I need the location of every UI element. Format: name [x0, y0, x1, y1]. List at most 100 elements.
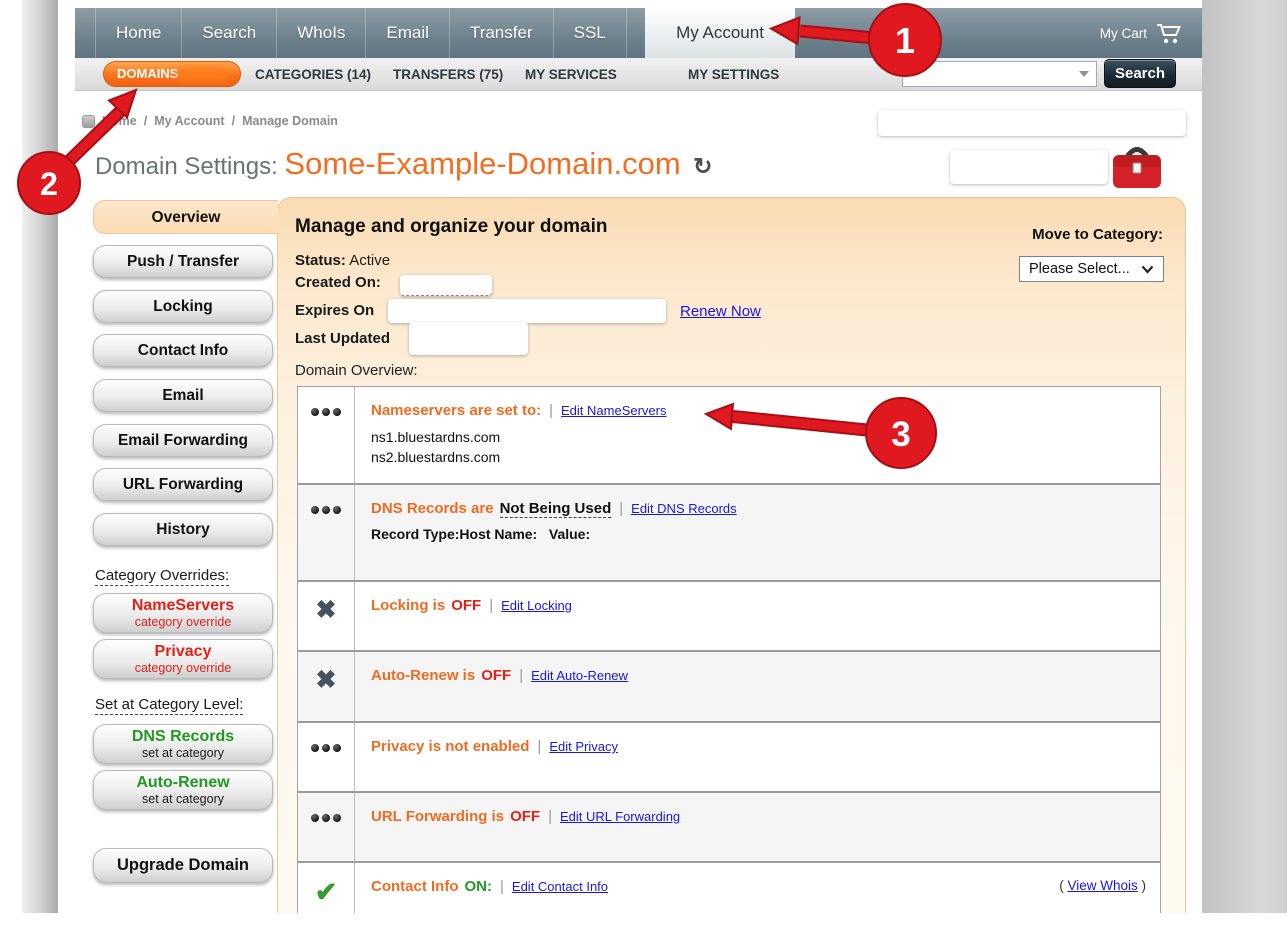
bottom-white-band	[0, 913, 1287, 931]
nav-tab-search[interactable]: Search	[181, 8, 276, 58]
override-label: Privacy	[94, 643, 272, 661]
sidebar-tab-email[interactable]: Email	[93, 379, 273, 412]
sidebar-button-nameservers-override[interactable]: NameServers category override	[93, 593, 273, 633]
domain-settings-page: Home Search WhoIs Email Transfer SSL My …	[0, 0, 1287, 931]
sidebar-tab-locking[interactable]: Locking	[93, 290, 273, 323]
updated-line: Last Updated	[295, 330, 390, 347]
override-label: NameServers	[94, 597, 272, 615]
dots-icon	[298, 793, 355, 861]
category-select[interactable]: Please Select...	[1019, 256, 1164, 282]
search-button[interactable]: Search	[1104, 59, 1176, 88]
top-navigation-bar: Home Search WhoIs Email Transfer SSL My …	[75, 8, 1202, 58]
subnav-tab-my-settings[interactable]: MY SETTINGS	[688, 58, 779, 91]
edit-privacy-link[interactable]: Edit Privacy	[549, 739, 618, 754]
search-input[interactable]	[902, 61, 1097, 87]
account-sub-navigation: DOMAINS CATEGORIES (14) TRANSFERS (75) M…	[75, 58, 1202, 91]
override-sublabel: category override	[94, 615, 272, 629]
redacted-box	[950, 150, 1108, 184]
sidebar-tab-email-forwarding[interactable]: Email Forwarding	[93, 424, 273, 457]
refresh-icon[interactable]: ↻	[693, 153, 712, 179]
edit-auto-renew-link[interactable]: Edit Auto-Renew	[531, 668, 628, 683]
edit-contact-info-link[interactable]: Edit Contact Info	[512, 879, 608, 894]
status-value: Active	[349, 252, 390, 269]
row-locking: ✖ Locking is OFF | Edit Locking	[298, 580, 1160, 650]
breadcrumb-manage-domain: Manage Domain	[242, 114, 338, 128]
row-title: Auto-Renew is	[371, 667, 475, 684]
status-line: Status: Active	[295, 252, 390, 269]
category-overrides-heading: Category Overrides:	[95, 567, 229, 584]
sidebar-tab-history[interactable]: History	[93, 513, 273, 546]
view-whois-wrapper: ( View Whois )	[1059, 878, 1146, 893]
row-status: OFF	[510, 808, 540, 825]
subnav-tab-my-services[interactable]: MY SERVICES	[525, 58, 617, 91]
breadcrumb-my-account[interactable]: My Account	[154, 114, 224, 128]
redacted-box	[400, 275, 492, 296]
subnav-tab-domains[interactable]: DOMAINS	[103, 61, 241, 87]
sidebar-button-privacy-override[interactable]: Privacy category override	[93, 639, 273, 679]
toolbox-icon[interactable]	[1110, 142, 1164, 192]
renew-now-link[interactable]: Renew Now	[680, 303, 761, 320]
view-whois-link[interactable]: View Whois	[1067, 878, 1137, 893]
x-icon: ✖	[298, 582, 355, 650]
domain-overview-label: Domain Overview:	[295, 362, 418, 379]
window-right-background	[1202, 0, 1287, 913]
nav-tab-my-account-active[interactable]: My Account	[645, 8, 795, 58]
move-to-category-label: Move to Category:	[1000, 226, 1163, 243]
override-sublabel: category override	[94, 661, 272, 675]
row-title: DNS Records are	[371, 500, 494, 517]
title-prefix: Domain Settings:	[95, 153, 284, 180]
my-cart-button[interactable]: My Cart	[1100, 8, 1183, 58]
subnav-tab-categories[interactable]: CATEGORIES (14)	[255, 58, 371, 91]
page-title: Domain Settings: Some-Example-Domain.com…	[95, 146, 712, 182]
nav-tab-whois[interactable]: WhoIs	[276, 8, 365, 58]
edit-dns-records-link[interactable]: Edit DNS Records	[631, 501, 736, 516]
row-url-forwarding: URL Forwarding is OFF | Edit URL Forward…	[298, 791, 1160, 861]
breadcrumb: Home / My Account / Manage Domain	[82, 114, 338, 128]
subnav-tab-transfers[interactable]: TRANSFERS (75)	[393, 58, 503, 91]
sidebar-tab-push-transfer[interactable]: Push / Transfer	[93, 245, 273, 278]
row-nameservers: Nameservers are set to: | Edit NameServe…	[298, 387, 1160, 483]
row-title: Locking is	[371, 597, 445, 614]
category-label: Auto-Renew	[94, 774, 272, 792]
row-status: OFF	[481, 667, 511, 684]
row-auto-renew: ✖ Auto-Renew is OFF | Edit Auto-Renew	[298, 650, 1160, 721]
category-select-value: Please Select...	[1029, 261, 1130, 277]
nav-tab-home[interactable]: Home	[95, 8, 181, 58]
row-title: Nameservers are set to:	[371, 402, 541, 419]
sidebar-button-dns-records-category[interactable]: DNS Records set at category	[93, 724, 273, 764]
nav-tab-ssl[interactable]: SSL	[553, 8, 627, 58]
row-status: ON:	[465, 878, 493, 895]
domain-overview-table: Nameservers are set to: | Edit NameServe…	[297, 386, 1161, 924]
row-status: OFF	[451, 597, 481, 614]
dropdown-arrow-icon[interactable]	[1078, 70, 1090, 78]
nameserver-value: ns1.bluestardns.com	[371, 427, 1146, 447]
nav-tabs: Home Search WhoIs Email Transfer SSL	[95, 8, 627, 58]
edit-url-forwarding-link[interactable]: Edit URL Forwarding	[560, 809, 680, 824]
dots-icon	[298, 723, 355, 791]
breadcrumb-home[interactable]: Home	[102, 114, 137, 128]
category-sublabel: set at category	[94, 746, 272, 760]
domain-name: Some-Example-Domain.com	[284, 146, 680, 181]
redacted-box	[878, 110, 1186, 136]
set-at-category-heading: Set at Category Level:	[95, 696, 243, 713]
row-privacy: Privacy is not enabled | Edit Privacy	[298, 721, 1160, 791]
redacted-text	[176, 67, 228, 82]
expires-line: Expires On	[295, 302, 374, 319]
dots-icon	[298, 387, 355, 483]
upgrade-domain-button[interactable]: Upgrade Domain	[93, 848, 273, 883]
edit-locking-link[interactable]: Edit Locking	[501, 598, 572, 613]
sidebar-button-auto-renew-category[interactable]: Auto-Renew set at category	[93, 770, 273, 810]
my-cart-label: My Cart	[1100, 26, 1147, 41]
sidebar-tab-contact-info[interactable]: Contact Info	[93, 334, 273, 367]
sidebar-tab-url-forwarding[interactable]: URL Forwarding	[93, 468, 273, 501]
dns-record-headers: Record Type:Host Name: Value:	[371, 526, 1146, 542]
sidebar-tab-overview[interactable]: Overview	[93, 200, 278, 234]
domains-label: DOMAINS	[117, 66, 178, 81]
category-label: DNS Records	[94, 728, 272, 746]
nav-tab-transfer[interactable]: Transfer	[449, 8, 553, 58]
x-icon: ✖	[298, 652, 355, 721]
edit-nameservers-link[interactable]: Edit NameServers	[561, 403, 666, 418]
row-dns-records: DNS Records are Not Being Used | Edit DN…	[298, 483, 1160, 580]
redacted-box	[388, 299, 666, 323]
nav-tab-email[interactable]: Email	[365, 8, 449, 58]
